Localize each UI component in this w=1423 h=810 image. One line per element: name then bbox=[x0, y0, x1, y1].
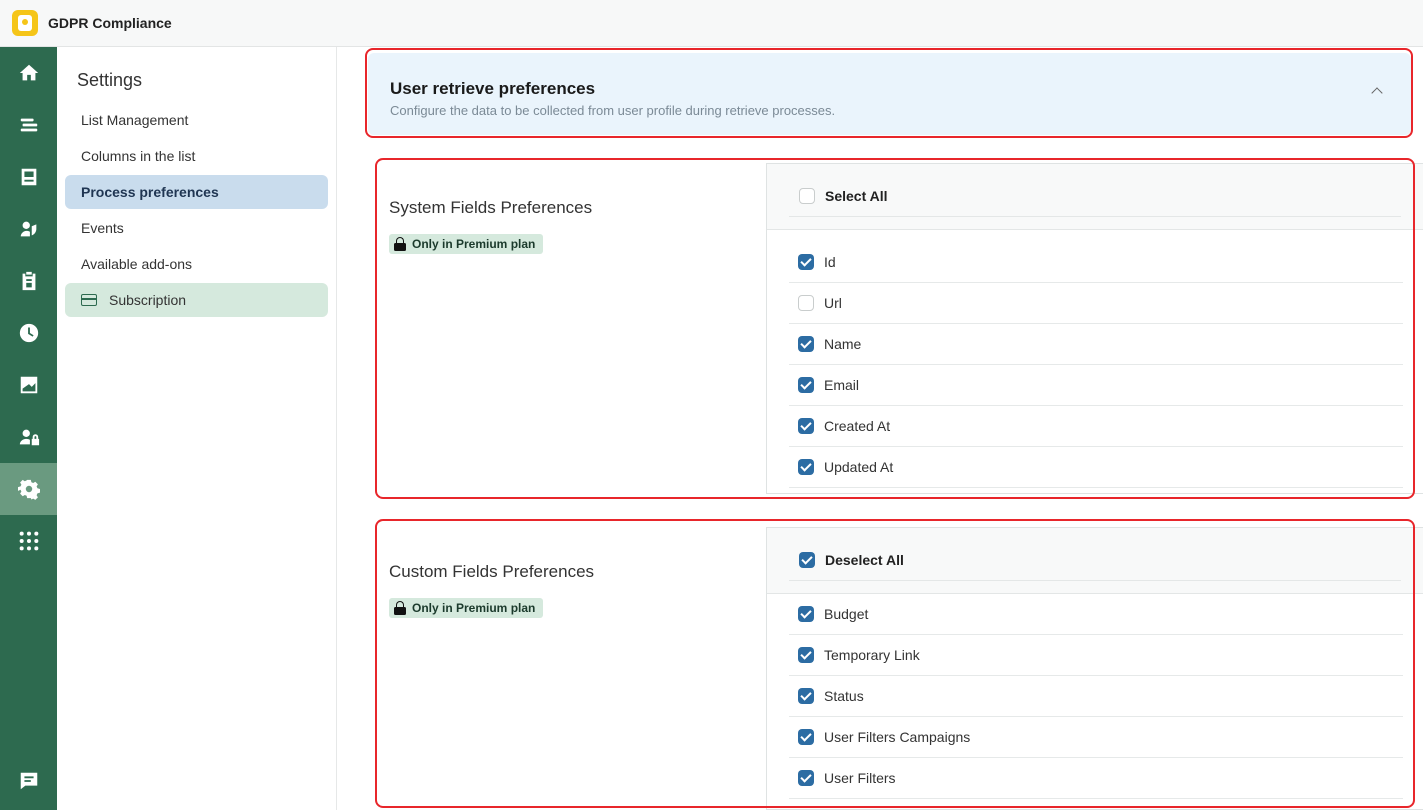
app-title: GDPR Compliance bbox=[48, 15, 172, 31]
rail-settings-button[interactable] bbox=[0, 463, 57, 515]
list-icon bbox=[20, 118, 37, 132]
apps-grid-icon bbox=[19, 531, 38, 551]
gear-icon bbox=[17, 479, 40, 500]
chart-icon bbox=[20, 376, 37, 394]
rail-apps-button[interactable] bbox=[0, 515, 57, 567]
settings-title: Settings bbox=[77, 70, 143, 90]
settings-item-addons[interactable]: Available add-ons bbox=[65, 247, 328, 281]
app-logo-icon bbox=[12, 10, 38, 36]
subscription-label: Subscription bbox=[109, 292, 187, 308]
settings-sidebar: Settings List Management Columns in the … bbox=[57, 47, 337, 810]
rail-clock-button[interactable] bbox=[0, 307, 57, 359]
settings-item-events[interactable]: Events bbox=[65, 211, 328, 245]
rail-user-lock-button[interactable] bbox=[0, 411, 57, 463]
rail-home-button[interactable] bbox=[0, 47, 57, 99]
shield-user-icon bbox=[20, 221, 36, 237]
top-bar: GDPR Compliance bbox=[0, 0, 1423, 47]
rail-inbox-button[interactable] bbox=[0, 151, 57, 203]
inbox-icon bbox=[21, 168, 36, 186]
clipboard-icon bbox=[22, 271, 35, 291]
credit-card-icon bbox=[81, 294, 97, 306]
settings-item-subscription[interactable]: Subscription bbox=[65, 283, 328, 317]
home-icon bbox=[19, 64, 38, 81]
chat-icon bbox=[20, 772, 37, 790]
rail-list-button[interactable] bbox=[0, 99, 57, 151]
rail-chart-button[interactable] bbox=[0, 359, 57, 411]
highlight-frame bbox=[365, 48, 1413, 138]
highlight-frame bbox=[375, 158, 1415, 499]
rail-chat-button[interactable] bbox=[0, 755, 57, 807]
settings-item-list-management[interactable]: List Management bbox=[65, 103, 328, 137]
highlight-frame bbox=[375, 519, 1415, 808]
clock-icon bbox=[19, 323, 38, 343]
main-content: User retrieve preferences Configure the … bbox=[338, 47, 1423, 810]
icon-rail bbox=[0, 47, 57, 810]
settings-item-process-preferences[interactable]: Process preferences bbox=[65, 175, 328, 209]
rail-clipboard-button[interactable] bbox=[0, 255, 57, 307]
rail-shield-user-button[interactable] bbox=[0, 203, 57, 255]
user-lock-icon bbox=[19, 429, 39, 446]
settings-item-columns[interactable]: Columns in the list bbox=[65, 139, 328, 173]
